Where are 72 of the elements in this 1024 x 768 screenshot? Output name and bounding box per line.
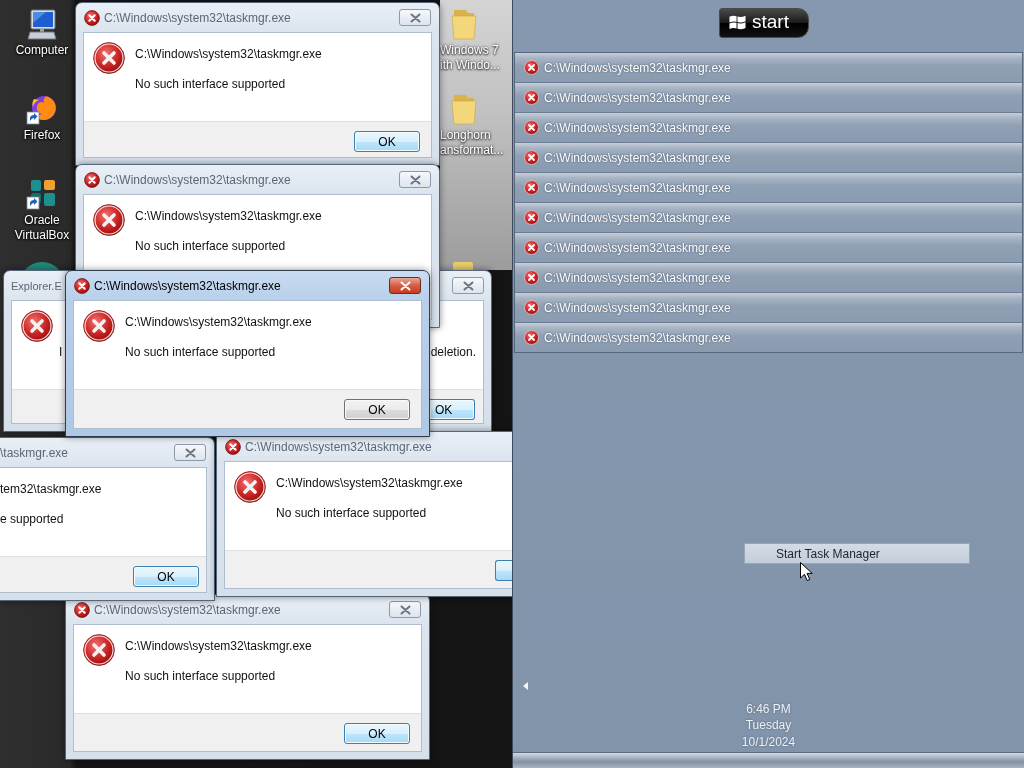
- error-icon: [524, 90, 539, 105]
- error-icon: [524, 210, 539, 225]
- error-icon: [524, 180, 539, 195]
- error-heading: C:\Windows\system32\taskmgr.exe: [125, 638, 312, 654]
- icon-label[interactable]: Firefox: [23, 128, 61, 143]
- ok-button[interactable]: OK: [344, 723, 410, 744]
- close-icon: [399, 604, 411, 615]
- error-message: No such interface supported: [135, 238, 286, 254]
- app-icon[interactable]: [25, 262, 59, 270]
- error-heading: C:\Windows\system32\taskmgr.exe: [125, 314, 312, 330]
- error-heading: C:\Windows\system32\taskmgr.exe: [135, 46, 322, 62]
- error-message: e supported: [0, 511, 64, 527]
- error-message: No such interface supported: [125, 668, 276, 684]
- window-title: C:\Windows\system32\taskmgr.exe: [245, 439, 432, 454]
- error-icon: [524, 120, 539, 135]
- error-icon: [524, 270, 539, 285]
- error-heading: C:\Windows\system32\taskmgr.exe: [135, 208, 322, 224]
- error-icon: [93, 42, 125, 74]
- left-arrow-icon[interactable]: [523, 681, 528, 690]
- error-icon: [524, 150, 539, 165]
- window-title: C:\Windows\system32\taskmgr.exe: [104, 172, 291, 187]
- ok-button[interactable]: OK: [344, 399, 410, 420]
- ok-button[interactable]: OK: [430, 399, 475, 420]
- close-icon: [462, 280, 474, 291]
- mouse-pointer-icon: [800, 562, 813, 582]
- error-icon: [84, 9, 100, 26]
- close-button[interactable]: [389, 277, 421, 294]
- window-title: C:\Windows\system32\taskmgr.exe: [94, 602, 281, 617]
- icon-label[interactable]: Computer: [15, 43, 69, 58]
- error-heading: C:\Windows\system32\taskmgr.exe: [276, 475, 463, 491]
- ok-button[interactable]: OK: [354, 131, 420, 152]
- error-icon: [74, 277, 90, 294]
- error-heading: tem32\taskmgr.exe: [0, 481, 102, 497]
- error-icon: [21, 310, 53, 342]
- ok-button[interactable]: OK: [133, 566, 199, 587]
- close-icon: [409, 174, 421, 185]
- error-message: No such interface supported: [125, 344, 276, 360]
- computer-icon[interactable]: [26, 8, 58, 40]
- message-text: deletion.: [430, 344, 476, 360]
- start-button[interactable]: start: [719, 8, 809, 38]
- error-icon: [93, 204, 125, 236]
- error-icon: [524, 240, 539, 255]
- close-icon: [399, 280, 411, 291]
- task-manager-button[interactable]: Start Task Manager: [744, 543, 970, 564]
- dialog-button[interactable]: [495, 560, 512, 581]
- error-message: No such interface supported: [135, 76, 286, 92]
- icon-label[interactable]: Oracle VirtualBox: [6, 213, 78, 243]
- message-text: I: [59, 344, 63, 360]
- window-title: C:\Windows\system32\taskmgr.exe: [94, 278, 281, 293]
- clock-day: Tuesday: [745, 717, 792, 734]
- clock-date: 10/1/2024: [741, 733, 796, 750]
- error-icon: [74, 601, 90, 618]
- browser-shortcut-icon[interactable]: [26, 93, 58, 125]
- error-icon: [524, 60, 539, 75]
- window-title: C:\Windows\system32\taskmgr.exe: [104, 10, 291, 25]
- icon-label[interactable]: ith Windo...: [440, 58, 501, 73]
- error-icon: [524, 300, 539, 315]
- error-icon: [83, 634, 115, 666]
- error-icon: [234, 471, 266, 503]
- window-title: Explorer.E: [11, 279, 62, 292]
- app-shortcut-icon[interactable]: [26, 178, 58, 210]
- icon-label[interactable]: Windows 7: [440, 43, 499, 58]
- clock-time: 6:46 PM: [746, 700, 791, 717]
- close-icon: [184, 447, 196, 458]
- error-icon: [524, 330, 539, 345]
- error-icon: [84, 171, 100, 188]
- window-title: \taskmgr.exe: [0, 445, 69, 460]
- error-message: No such interface supported: [276, 505, 427, 521]
- close-icon: [409, 12, 421, 23]
- error-icon: [83, 310, 115, 342]
- error-icon: [225, 438, 241, 455]
- windows-logo-icon: [729, 13, 746, 31]
